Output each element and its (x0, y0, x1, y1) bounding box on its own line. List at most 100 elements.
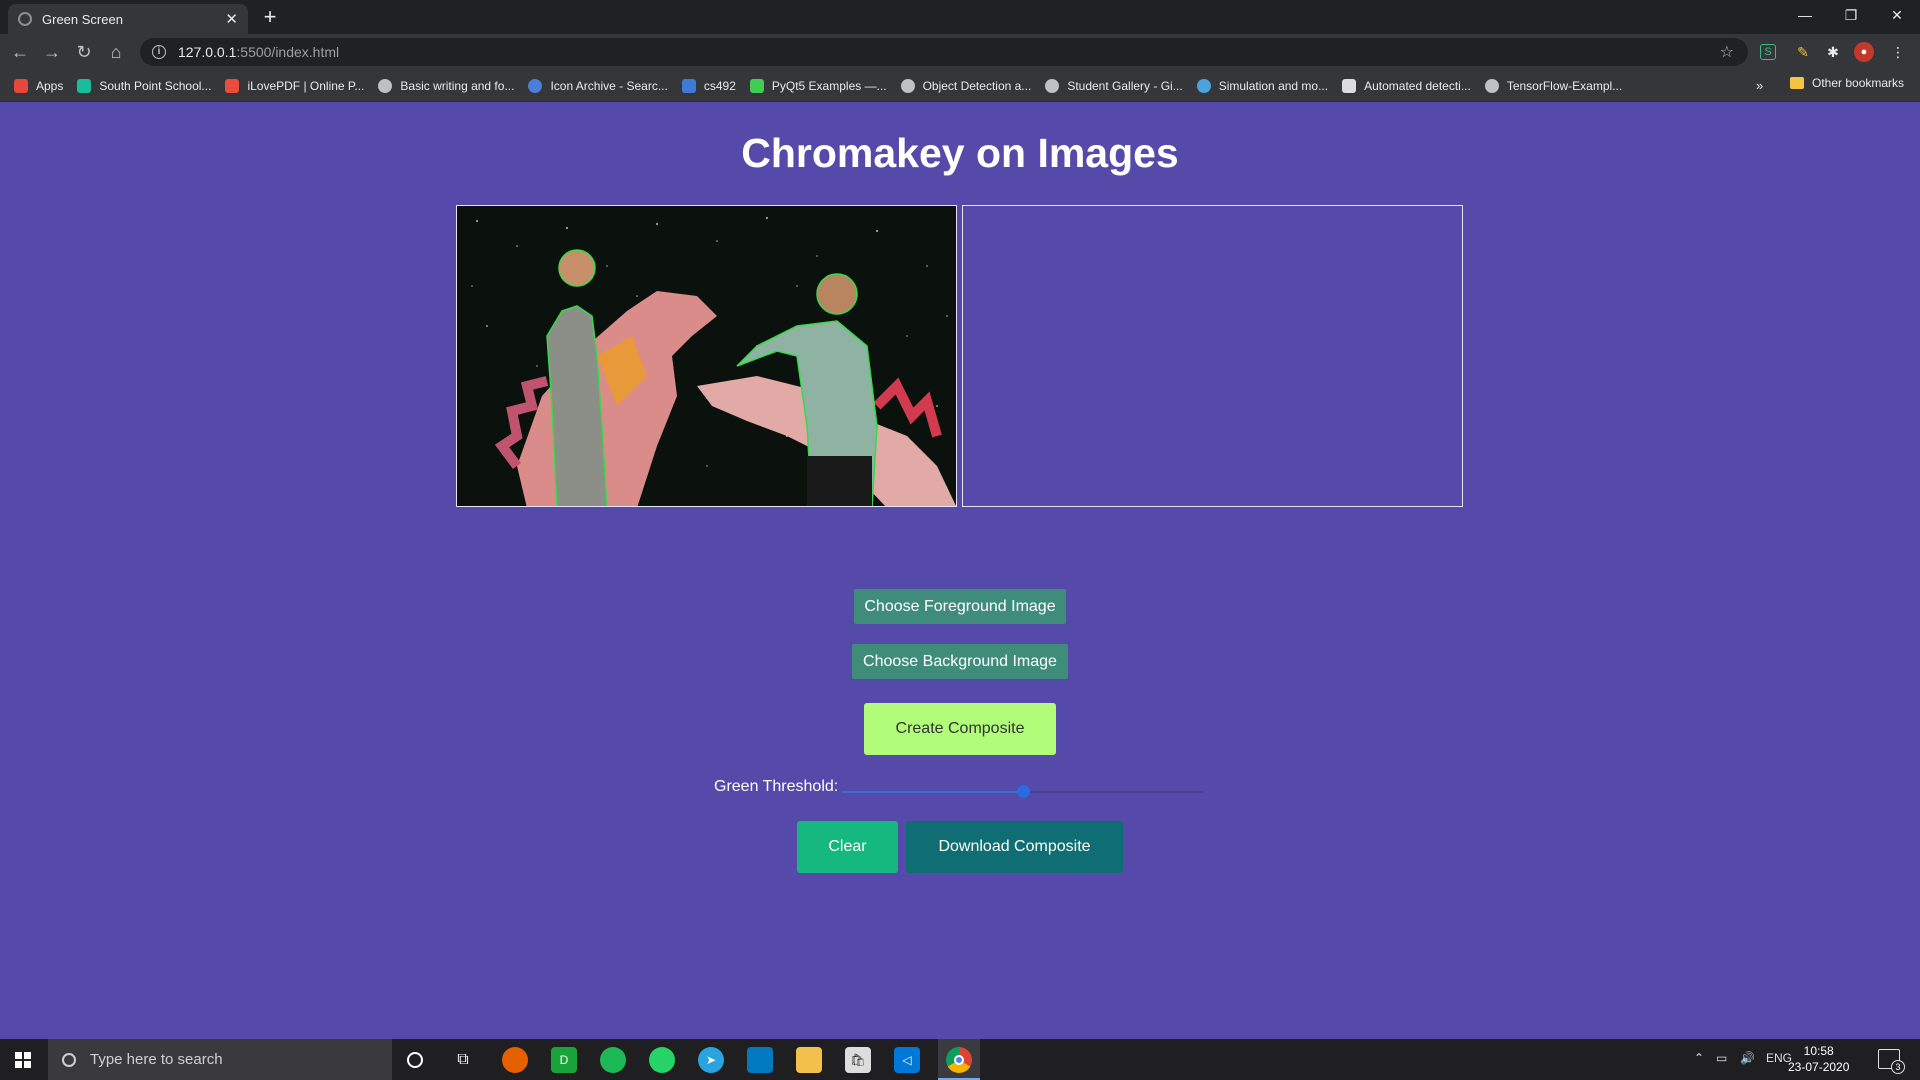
bookmark-item[interactable]: Automated detecti... (1342, 78, 1471, 93)
windows-logo-icon (15, 1051, 31, 1068)
trello-icon (681, 78, 696, 93)
infinity-icon (1196, 78, 1211, 93)
folder-icon (1790, 77, 1804, 89)
info-icon[interactable]: i (152, 45, 166, 59)
other-bookmarks-label: Other bookmarks (1812, 76, 1905, 90)
menu-kebab-icon[interactable]: ⋮ (1888, 42, 1908, 62)
bookmark-item[interactable]: iLovePDF | Online P... (225, 78, 365, 93)
page-title: Chromakey on Images (741, 130, 1179, 176)
chrome-icon (946, 1047, 972, 1073)
bookmark-item[interactable]: Apps (14, 78, 64, 93)
bookmark-item[interactable]: TensorFlow-Exampl... (1484, 78, 1623, 93)
create-composite-button[interactable]: Create Composite (864, 703, 1056, 755)
bookmarks-bar: Apps South Point School... iLovePDF | On… (0, 70, 1920, 102)
school-icon (77, 78, 92, 93)
circle-icon (900, 78, 915, 93)
bookmark-label: PyQt5 Examples —... (771, 78, 887, 93)
bookmark-item[interactable]: cs492 (681, 78, 736, 93)
more-bookmarks-chevron[interactable]: » (1756, 78, 1763, 93)
page-content: Chromakey on Images Choose Foreground Im… (0, 102, 1920, 1039)
file-explorer-icon[interactable] (796, 1047, 822, 1073)
close-window-icon[interactable]: ✕ (1874, 0, 1920, 30)
clock[interactable]: 10:58 23-07-2020 (1788, 1043, 1849, 1075)
browser-tab[interactable]: Green Screen ✕ (8, 4, 248, 34)
pen-extension-icon[interactable]: ✎ (1793, 42, 1813, 62)
bookmark-item[interactable]: PyQt5 Examples —... (749, 78, 887, 93)
back-arrow-icon[interactable]: ← (8, 40, 32, 64)
clear-button[interactable]: Clear (797, 821, 898, 873)
search-icon (62, 1052, 76, 1067)
threshold-label: Green Threshold: (714, 778, 839, 795)
taskbar-search[interactable]: Type here to search (48, 1039, 392, 1080)
home-icon[interactable]: ⌂ (104, 40, 128, 64)
address-bar[interactable]: i 127.0.0.1:5500/index.html ☆ (140, 38, 1748, 66)
volume-icon[interactable]: 🔊 (1740, 1051, 1755, 1065)
spotify-icon[interactable] (600, 1047, 626, 1073)
bookmark-label: TensorFlow-Exampl... (1506, 78, 1623, 93)
task-view-icon[interactable]: ⧉ (450, 1047, 476, 1073)
firefox-icon[interactable] (502, 1047, 528, 1073)
notifications-icon[interactable]: 3 (1878, 1049, 1905, 1074)
chrome-taskbar-active[interactable] (938, 1039, 980, 1080)
browser-toolbar: ← → ↻ ⌂ i 127.0.0.1:5500/index.html ☆ S … (0, 34, 1920, 70)
store-icon[interactable]: 🛍 (845, 1047, 871, 1073)
green-threshold-slider[interactable] (842, 785, 1204, 798)
choose-foreground-button[interactable]: Choose Foreground Image (854, 589, 1066, 624)
heart-icon (225, 78, 240, 93)
github-icon (378, 78, 393, 93)
bookmark-item[interactable]: Simulation and mo... (1196, 78, 1329, 93)
star-badge-icon (528, 78, 543, 93)
apps-grid-icon (14, 78, 28, 93)
qt-icon (749, 78, 764, 93)
dashlane-icon[interactable]: D (551, 1047, 577, 1073)
profile-avatar[interactable]: ● (1854, 42, 1874, 62)
bookmark-label: South Point School... (99, 78, 212, 93)
slider-fill (842, 791, 1023, 793)
restore-icon[interactable]: ❐ (1828, 0, 1874, 30)
github-icon (1484, 78, 1499, 93)
bookmark-item[interactable]: Icon Archive - Searc... (528, 78, 668, 93)
cortana-icon[interactable] (402, 1047, 428, 1073)
bookmark-label: Automated detecti... (1364, 78, 1471, 93)
network-icon[interactable]: ▭ (1716, 1051, 1727, 1065)
s-extension-icon[interactable]: S (1760, 44, 1776, 60)
clock-time: 10:58 (1803, 1044, 1834, 1058)
tray-chevron-icon[interactable]: ⌃ (1694, 1051, 1704, 1065)
bookmark-label: iLovePDF | Online P... (247, 78, 365, 93)
reload-icon[interactable]: ↻ (72, 40, 96, 64)
tab-title: Green Screen (42, 11, 123, 27)
bookmark-star-icon[interactable]: ☆ (1720, 42, 1734, 62)
bookmark-item[interactable]: Object Detection a... (900, 78, 1031, 93)
puzzle-extensions-icon[interactable]: ✱ (1823, 42, 1843, 62)
forward-arrow-icon[interactable]: → (40, 40, 64, 64)
bookmark-label: Simulation and mo... (1218, 78, 1329, 93)
notification-count: 3 (1891, 1060, 1905, 1074)
bookmark-item[interactable]: Basic writing and fo... (378, 78, 515, 93)
other-bookmarks[interactable]: Other bookmarks (1790, 76, 1904, 90)
new-tab-button[interactable]: + (256, 6, 284, 30)
telegram-icon[interactable]: ➤ (698, 1047, 724, 1073)
bookmark-label: Basic writing and fo... (400, 78, 515, 93)
bookmark-item[interactable]: Student Gallery - Gi... (1045, 78, 1183, 93)
foreground-image (457, 206, 956, 506)
taskbar: Type here to search ⧉ D ➤ 🛍 ◁ ⌃ ▭ 🔊 ENG … (0, 1039, 1920, 1080)
clock-date: 23-07-2020 (1788, 1060, 1850, 1074)
slider-thumb[interactable] (1017, 785, 1030, 798)
choose-background-button[interactable]: Choose Background Image (852, 644, 1068, 679)
minimize-icon[interactable]: — (1782, 0, 1828, 30)
start-button[interactable] (0, 1039, 46, 1080)
url-path: :5500/index.html (236, 44, 340, 60)
bookmark-label: Apps (36, 78, 64, 93)
bookmark-label: Student Gallery - Gi... (1067, 78, 1183, 93)
github-icon (1045, 78, 1060, 93)
whatsapp-icon[interactable] (649, 1047, 675, 1073)
search-placeholder: Type here to search (90, 1051, 223, 1068)
vscode-icon[interactable]: ◁ (894, 1047, 920, 1073)
browser-tab-bar: Green Screen ✕ + — ❐ ✕ (0, 0, 1920, 34)
globe-icon (18, 12, 32, 26)
bookmark-item[interactable]: South Point School... (77, 78, 212, 93)
download-composite-button[interactable]: Download Composite (906, 821, 1123, 873)
close-tab-icon[interactable]: ✕ (225, 10, 238, 28)
trello-icon[interactable] (747, 1047, 773, 1073)
document-icon (1342, 78, 1357, 93)
